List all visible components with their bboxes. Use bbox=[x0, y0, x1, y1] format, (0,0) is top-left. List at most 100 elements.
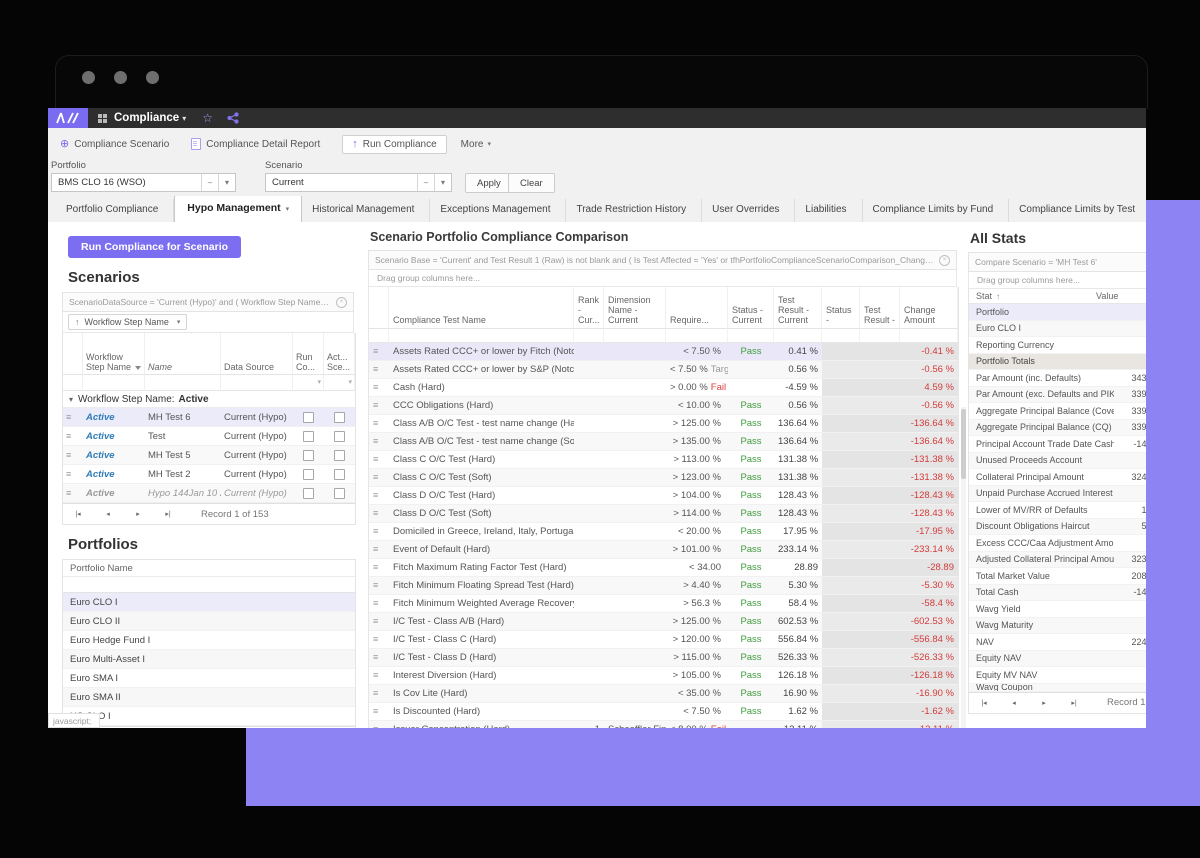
run-compliance-button[interactable]: ↑ Run Compliance bbox=[342, 135, 446, 154]
drag-handle-icon[interactable] bbox=[369, 343, 389, 360]
drag-handle-icon[interactable] bbox=[369, 361, 389, 378]
table-row[interactable]: Fitch Minimum Floating Spread Test (Hard… bbox=[369, 577, 958, 595]
act-checkbox[interactable] bbox=[324, 412, 355, 423]
header-change-amount[interactable]: Change Amount bbox=[900, 287, 958, 329]
window-dot-1[interactable] bbox=[82, 71, 95, 84]
header-stat[interactable]: Stat↑ bbox=[969, 291, 1096, 301]
list-item[interactable]: US CLO I bbox=[63, 707, 355, 726]
drag-handle-icon[interactable] bbox=[369, 559, 389, 576]
drag-handle-icon[interactable] bbox=[369, 487, 389, 504]
drag-handle-icon[interactable] bbox=[369, 613, 389, 630]
drag-handle-icon[interactable] bbox=[369, 415, 389, 432]
drag-handle-icon[interactable] bbox=[369, 667, 389, 684]
table-row[interactable]: Active MH Test 6 Current (Hypo) bbox=[63, 408, 355, 427]
header-dimension[interactable]: Dimension Name - Current bbox=[604, 287, 666, 329]
pager-next-button[interactable] bbox=[1029, 699, 1059, 707]
list-item[interactable]: Euro SMA II bbox=[63, 688, 355, 707]
group-row-active[interactable]: ▾ Workflow Step Name: Active bbox=[63, 391, 355, 408]
filter-cell[interactable] bbox=[324, 375, 355, 391]
table-row[interactable]: CCC Obligations (Hard) < 10.00 % Pass 0.… bbox=[369, 397, 958, 415]
more-button[interactable]: More ▾ bbox=[461, 139, 491, 150]
table-row[interactable]: Reporting Currency EUR bbox=[969, 337, 1146, 354]
table-row[interactable]: I/C Test - Class D (Hard) > 115.00 % Pas… bbox=[369, 649, 958, 667]
table-row[interactable]: Class D O/C Test (Hard) > 104.00 % Pass … bbox=[369, 487, 958, 505]
table-row[interactable]: Discount Obligations Haircut 5,259,886.4… bbox=[969, 519, 1146, 536]
workflow-step-name-chip[interactable]: ↑ Workflow Step Name ▾ bbox=[68, 314, 187, 330]
app-title[interactable]: Compliance bbox=[114, 112, 179, 124]
tab[interactable]: Compliance Limits by Fund bbox=[863, 199, 1010, 222]
filter-cell[interactable] bbox=[221, 375, 293, 391]
table-row[interactable]: Equity MV NAV 0.00 % bbox=[969, 667, 1146, 684]
run-checkbox[interactable] bbox=[293, 469, 324, 480]
tab[interactable]: Historical Management bbox=[302, 199, 430, 222]
close-icon[interactable] bbox=[939, 255, 950, 266]
header-data-source[interactable]: Data Source bbox=[221, 333, 293, 375]
run-checkbox[interactable] bbox=[293, 431, 324, 442]
drag-handle-icon[interactable] bbox=[369, 523, 389, 540]
list-item[interactable]: Euro Hedge Fund I bbox=[63, 631, 355, 650]
header-name[interactable]: Name bbox=[145, 333, 221, 375]
drag-handle-icon[interactable] bbox=[63, 412, 83, 423]
drag-handle-icon[interactable] bbox=[63, 469, 83, 480]
header-workflow-step-name[interactable]: Workflow Step Name bbox=[83, 333, 145, 375]
header-result-current[interactable]: Test Result - Current bbox=[774, 287, 822, 329]
portfolio-filter-cell[interactable] bbox=[63, 577, 355, 593]
act-checkbox[interactable] bbox=[324, 431, 355, 442]
run-compliance-for-scenario-button[interactable]: Run Compliance for Scenario bbox=[68, 236, 241, 258]
table-row[interactable]: Portfolio Totals bbox=[969, 354, 1146, 371]
filter-cell[interactable] bbox=[145, 375, 221, 391]
act-checkbox[interactable] bbox=[324, 469, 355, 480]
list-item[interactable]: Euro Multi-Asset I bbox=[63, 650, 355, 669]
tab[interactable]: Portfolio Compliance bbox=[56, 199, 174, 222]
table-row[interactable]: Active Hypo 144Jan 10 20... Current (Hyp… bbox=[63, 484, 355, 503]
close-icon[interactable] bbox=[336, 297, 347, 308]
tab[interactable]: Compliance Limits by Test bbox=[1009, 199, 1146, 222]
stats-drag-group-bar[interactable]: Drag group columns here... bbox=[968, 272, 1146, 289]
list-item[interactable]: Euro SMA I bbox=[63, 669, 355, 688]
pager-next-button[interactable] bbox=[123, 510, 153, 518]
table-row[interactable]: Par Amount (inc. Defaults) 343,857,436.4… bbox=[969, 370, 1146, 387]
drag-handle-icon[interactable] bbox=[369, 379, 389, 396]
table-row[interactable]: Wavg Maturity 7.79 bbox=[969, 618, 1146, 635]
minus-icon[interactable]: – bbox=[417, 174, 434, 191]
chevron-down-icon[interactable]: ▾ bbox=[182, 114, 186, 123]
scenario-combobox[interactable]: Current – ▾ bbox=[265, 173, 452, 192]
pager-prev-button[interactable] bbox=[999, 699, 1029, 707]
filter-cell[interactable] bbox=[860, 329, 900, 343]
header-portfolio-name[interactable]: Portfolio Name bbox=[63, 560, 355, 577]
run-checkbox[interactable] bbox=[293, 412, 324, 423]
filter-cell[interactable] bbox=[293, 375, 324, 391]
table-row[interactable]: Principal Account Trade Date Cash -14,90… bbox=[969, 436, 1146, 453]
drag-handle-icon[interactable] bbox=[63, 450, 83, 461]
filter-cell[interactable] bbox=[822, 329, 860, 343]
header-value[interactable]: Value bbox=[1096, 291, 1118, 301]
header-result2[interactable]: Test Result - bbox=[860, 287, 900, 329]
act-checkbox[interactable] bbox=[324, 488, 355, 499]
drag-handle-icon[interactable] bbox=[369, 505, 389, 522]
table-row[interactable]: Issuer Concentration (Hard) 1 Schaeffler… bbox=[369, 721, 958, 728]
filter-cell[interactable] bbox=[83, 375, 145, 391]
drag-handle-icon[interactable] bbox=[369, 685, 389, 702]
scrollbar-thumb[interactable] bbox=[961, 409, 966, 479]
pager-last-button[interactable] bbox=[1059, 699, 1089, 707]
table-row[interactable]: Equity NAV 0.00 % bbox=[969, 651, 1146, 668]
table-row[interactable]: Total Cash -14,901,170.74 bbox=[969, 585, 1146, 602]
table-row[interactable]: Wavg Coupon 3.0000 % bbox=[969, 684, 1146, 692]
table-row[interactable]: Class A/B O/C Test - test name change (H… bbox=[369, 415, 958, 433]
filter-cell[interactable] bbox=[900, 329, 958, 343]
table-row[interactable]: Fitch Maximum Rating Factor Test (Hard) … bbox=[369, 559, 958, 577]
run-checkbox[interactable] bbox=[293, 488, 324, 499]
drag-handle-icon[interactable] bbox=[369, 649, 389, 666]
window-dot-2[interactable] bbox=[114, 71, 127, 84]
table-row[interactable]: Class C O/C Test (Soft) > 123.00 % Pass … bbox=[369, 469, 958, 487]
table-row[interactable]: Class A/B O/C Test - test name change (S… bbox=[369, 433, 958, 451]
filter-cell[interactable] bbox=[574, 329, 604, 343]
filter-cell[interactable] bbox=[774, 329, 822, 343]
vertical-scrollbar[interactable] bbox=[961, 407, 966, 728]
drag-handle-icon[interactable] bbox=[369, 451, 389, 468]
run-checkbox[interactable] bbox=[293, 450, 324, 461]
table-row[interactable]: Total Market Value 208,305,082.43 bbox=[969, 568, 1146, 585]
table-row[interactable]: Class C O/C Test (Hard) > 113.00 % Pass … bbox=[369, 451, 958, 469]
window-dot-3[interactable] bbox=[146, 71, 159, 84]
tab[interactable]: Liabilities bbox=[795, 199, 862, 222]
